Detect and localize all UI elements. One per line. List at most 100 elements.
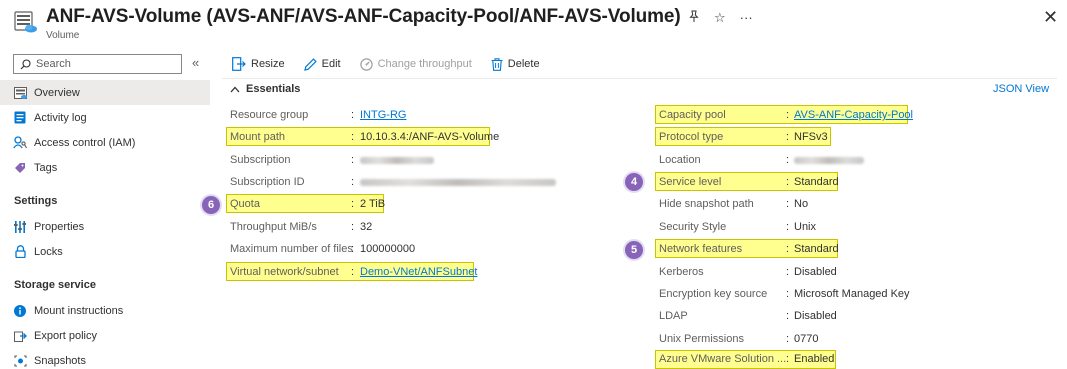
property-value: Disabled [794,310,837,322]
sidebar-section-settings: Settings [14,195,58,207]
search-icon [20,58,31,69]
property-label: Kerberos [659,266,704,278]
property-label: Hide snapshot path [659,198,754,210]
property-value: Microsoft Managed Key [794,288,910,300]
sidebar-item-label: Snapshots [34,354,86,367]
property-label: Azure VMware Solution ... [659,353,787,365]
property-security-style: Security Style : Unix [659,221,817,233]
tag-icon [13,161,27,175]
sidebar-item-export-policy[interactable]: Export policy [0,323,210,348]
sidebar-item-activity-log[interactable]: Activity log [0,105,210,130]
sidebar-item-label: Locks [34,245,63,258]
property-virtual-network: Virtual network/subnet : Demo-VNet/ANFSu… [230,266,478,278]
activity-log-icon [13,111,27,125]
sidebar-item-label: Properties [34,220,85,233]
trash-icon [491,57,503,71]
sidebar-section-storage-service: Storage service [14,279,96,291]
property-network-features: Network features : Standard [659,243,839,255]
property-label: Subscription [230,154,291,166]
delete-label: Delete [507,58,540,70]
property-label: Virtual network/subnet [230,266,339,278]
more-options-icon[interactable]: ··· [740,11,753,25]
property-subscription-id: Subscription ID : [230,171,630,193]
sidebar-item-label: Tags [34,161,58,174]
property-label: Service level [659,176,722,188]
property-kerberos: Kerberos : Disabled [659,266,837,278]
sidebar-item-properties[interactable]: Properties [0,214,210,239]
virtual-network-link[interactable]: Demo-VNet/ANFSubnet [360,266,477,278]
search-box[interactable] [13,54,182,74]
close-icon[interactable]: ✕ [1043,8,1058,26]
change-throughput-label: Change throughput [377,58,472,70]
throughput-icon [359,57,373,71]
iam-icon [13,136,27,150]
resize-label: Resize [251,58,285,70]
divider [222,78,1057,79]
resource-group-link[interactable]: INTG-RG [360,109,406,121]
volume-icon [14,11,37,33]
property-label: Location [659,154,701,166]
sidebar: « Overview Activity log Access control (… [0,48,210,369]
json-view-link[interactable]: JSON View [993,83,1049,95]
property-label: Subscription ID [230,176,305,188]
property-value: 100000000 [360,243,416,255]
collapse-sidebar-icon[interactable]: « [192,55,199,70]
property-value: Disabled [794,266,837,278]
redacted-value [794,154,864,166]
property-value: NFSv3 [794,131,828,143]
callout-badge: 6 [202,196,220,214]
property-value: Standard [794,176,839,188]
property-value: Enabled [794,353,835,365]
property-value: 0770 [794,333,819,345]
property-maximum-files: Maximum number of files : 100000000 [230,243,416,255]
page-title: ANF-AVS-Volume (AVS-ANF/AVS-ANF-Capacity… [46,6,681,27]
redacted-value [360,154,434,166]
command-bar: Resize Edit Change throughput Delete [232,55,559,73]
property-label: Protocol type [659,131,724,143]
property-label: Network features [659,243,743,255]
capacity-pool-link[interactable]: AVS-ANF-Capacity-Pool [794,109,913,121]
info-icon [13,304,27,318]
property-hide-snapshot-path: Hide snapshot path : No [659,198,809,210]
properties-icon [13,220,27,234]
property-label: Mount path [230,131,286,143]
property-label: Unix Permissions [659,333,744,345]
redacted-value [360,176,556,188]
property-unix-permissions: Unix Permissions : 0770 [659,333,819,345]
sidebar-item-locks[interactable]: Locks [0,239,210,264]
property-throughput: Throughput MiB/s : 32 [230,221,373,233]
delete-button[interactable]: Delete [491,57,540,71]
export-policy-icon [13,329,27,343]
edit-button[interactable]: Edit [303,57,341,71]
property-value: No [794,198,809,210]
search-input[interactable] [36,58,176,70]
property-subscription: Subscription : [230,149,630,171]
sidebar-item-label: Mount instructions [34,304,124,317]
change-throughput-button[interactable]: Change throughput [359,57,472,71]
sidebar-item-overview[interactable]: Overview [0,80,210,105]
sidebar-item-tags[interactable]: Tags [0,155,210,180]
property-label: Maximum number of files [230,243,353,255]
property-label: Throughput MiB/s [230,221,317,233]
sidebar-item-mount-instructions[interactable]: Mount instructions [0,298,210,323]
sidebar-item-label: Activity log [34,111,87,124]
sidebar-item-snapshots[interactable]: Snapshots [0,348,210,369]
edit-icon [303,57,317,71]
property-value: 10.10.3.4:/ANF-AVS-Volume [360,131,500,143]
snapshot-icon [13,354,27,368]
resize-button[interactable]: Resize [232,57,285,71]
property-label: Security Style [659,221,727,233]
favorite-star-icon[interactable]: ☆ [714,11,726,25]
edit-label: Edit [321,58,341,70]
sidebar-item-label: Export policy [34,329,97,342]
pin-icon[interactable] [688,10,700,26]
sidebar-item-label: Access control (IAM) [34,136,136,149]
lock-icon [13,245,27,259]
overview-icon [13,86,27,100]
property-ldap: LDAP : Disabled [659,310,837,322]
property-encryption-key-source: Encryption key source : Microsoft Manage… [659,288,910,300]
property-label: Resource group [230,109,309,121]
property-value: Unix [794,221,817,233]
essentials-toggle[interactable]: Essentials [230,83,300,95]
sidebar-item-access-control[interactable]: Access control (IAM) [0,130,210,155]
